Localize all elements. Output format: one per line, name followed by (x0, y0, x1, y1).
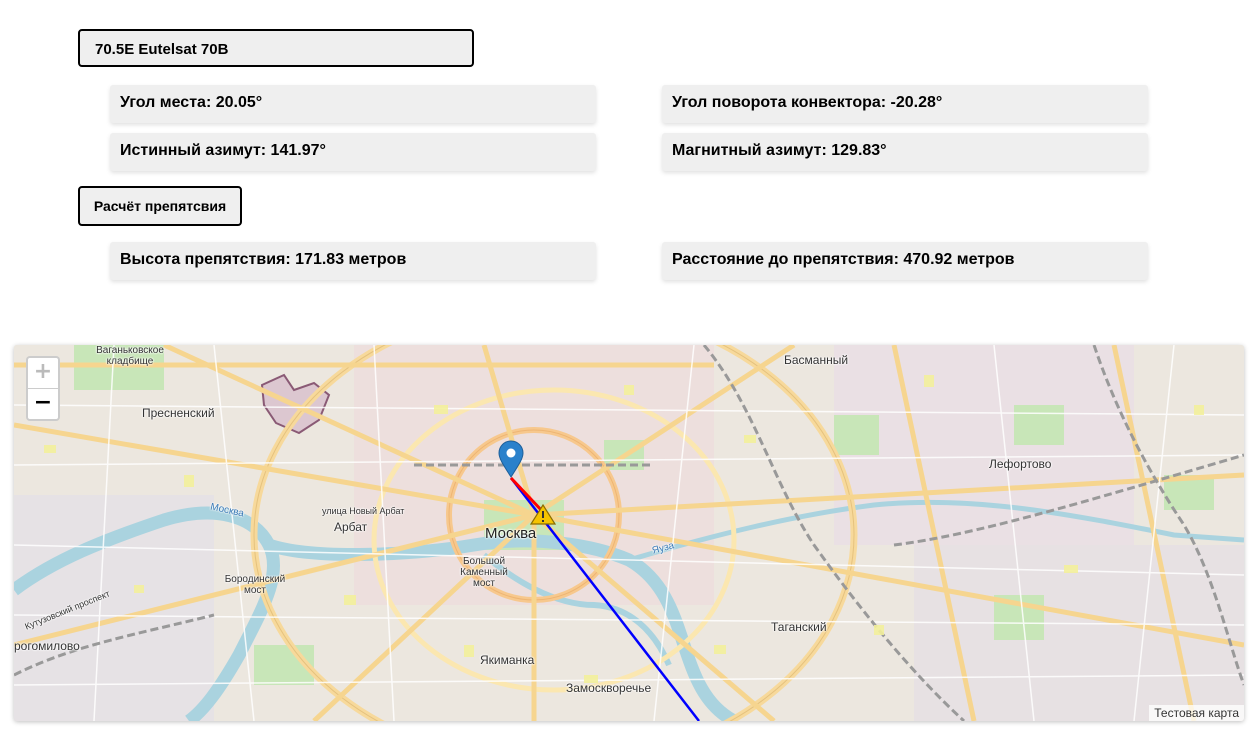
label-zamoskvorechye: Замоскворечье (566, 681, 652, 695)
label-tagansky: Таганский (771, 620, 827, 634)
converter-rotation-angle: Угол поворота конвектора: -20.28° (662, 85, 1148, 123)
map-attribution: Тестовая карта (1149, 705, 1244, 721)
magnetic-azimuth: Магнитный азимут: 129.83° (662, 133, 1148, 171)
zoom-out-button[interactable]: − (28, 389, 58, 419)
label-vagankovskoe: Ваганьковское кладбище (96, 345, 164, 367)
elevation-angle: Угол места: 20.05° (110, 85, 596, 123)
zoom-in-button[interactable]: + (28, 358, 58, 389)
label-bolshoy-kamenny: Большой Каменный мост (460, 556, 508, 589)
label-dorogomilovo: рогомилово (14, 639, 80, 653)
label-arbat: Арбат (334, 520, 368, 534)
obstacle-height: Высота препятствия: 171.83 метров (110, 242, 596, 280)
zoom-control: + − (26, 356, 60, 421)
obstacle-calc-button[interactable]: Расчёт препятсвия (78, 186, 242, 226)
label-yakimanka: Якиманка (480, 653, 535, 667)
map[interactable]: + − Ваганьковское кладбище Пресненский Б… (14, 345, 1244, 721)
obstacle-distance: Расстояние до препятствия: 470.92 метров (662, 242, 1148, 280)
label-novy-arbat: улица Новый Арбат (322, 506, 405, 516)
label-basmanny: Басманный (784, 353, 849, 367)
label-borodinsky: Бородинский мост (224, 574, 286, 596)
label-lefortovo: Лефортово (989, 457, 1052, 471)
label-presnensky: Пресненский (142, 406, 215, 420)
true-azimuth: Истинный азимут: 141.97° (110, 133, 596, 171)
satellite-select[interactable]: 70.5E Eutelsat 70B (78, 29, 474, 67)
label-moskva: Москва (485, 525, 537, 542)
map-tiles (14, 345, 1244, 721)
